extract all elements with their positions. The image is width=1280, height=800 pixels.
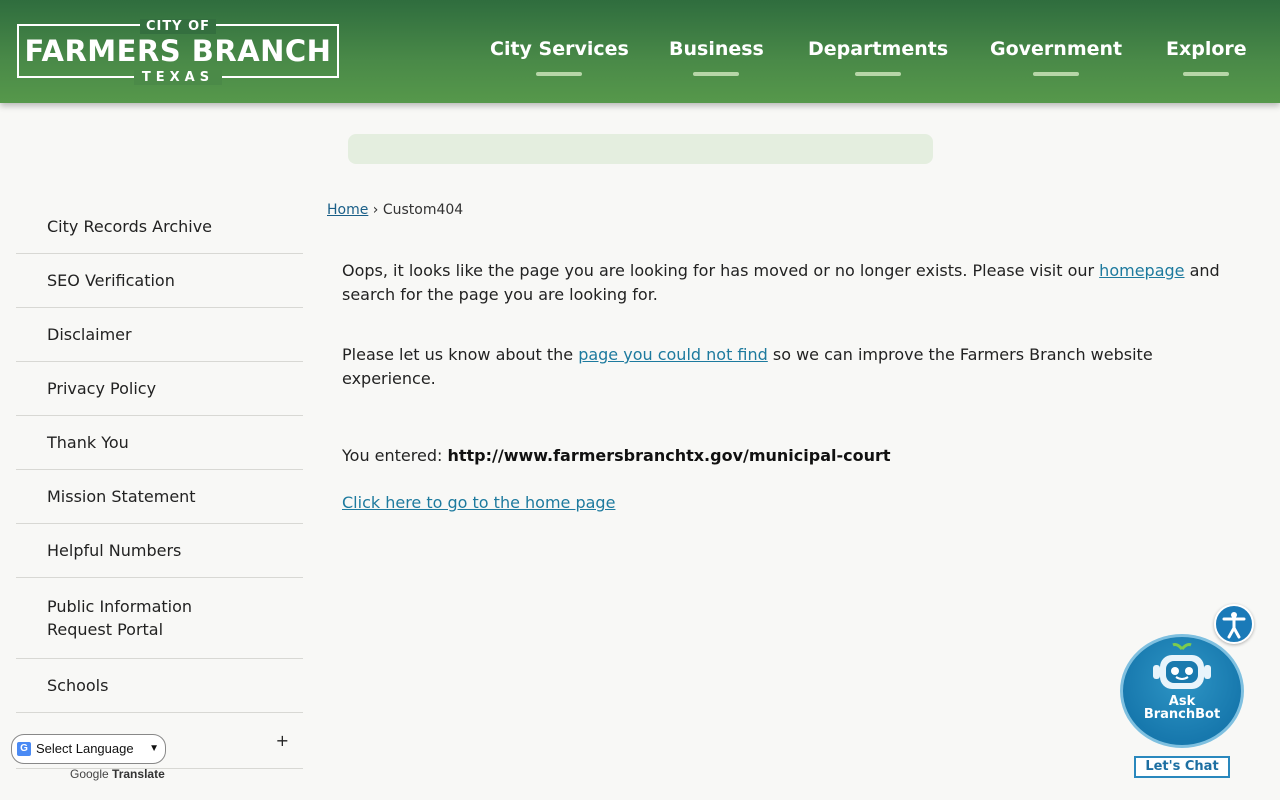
language-select[interactable]: G Select Language ▼ [11, 734, 166, 764]
homepage-link[interactable]: homepage [1099, 261, 1184, 280]
lets-chat-button[interactable]: Let's Chat [1134, 756, 1230, 778]
expand-plus-icon[interactable]: + [276, 731, 289, 750]
nav-city-services[interactable]: City Services [490, 38, 629, 76]
site-header: CITY OF FARMERS BRANCH TEXAS City Servic… [0, 0, 1280, 103]
error-message: Oops, it looks like the page you are loo… [342, 261, 1220, 304]
sidebar-item-schools[interactable]: Schools [16, 659, 303, 713]
sidebar-item-city-records-archive[interactable]: City Records Archive [16, 200, 303, 254]
entered-url: http://www.farmersbranchtx.gov/municipal… [447, 446, 891, 465]
sidebar-item-mission-statement[interactable]: Mission Statement [16, 470, 303, 524]
logo-name: FARMERS BRANCH [24, 34, 332, 68]
sidebar-item-helpful-numbers[interactable]: Helpful Numbers [16, 524, 303, 578]
search-bar[interactable] [348, 134, 933, 164]
sidebar-item-public-information-request-portal[interactable]: Public Information Request Portal [16, 578, 303, 659]
google-translate-icon: G [17, 742, 31, 756]
nav-government[interactable]: Government [990, 38, 1122, 76]
logo-state: TEXAS [133, 70, 223, 85]
feedback-message: Please let us know about the page you co… [342, 345, 1153, 388]
chevron-down-icon: ▼ [149, 743, 159, 754]
breadcrumb-separator: › [372, 202, 379, 218]
go-home-link[interactable]: Click here to go to the home page [342, 493, 615, 512]
breadcrumb-home-link[interactable]: Home [327, 202, 368, 218]
report-missing-page-link[interactable]: page you could not find [578, 345, 768, 364]
chatbot-widget[interactable]: Ask BranchBot Let's Chat [1120, 634, 1244, 780]
powered-by-google-translate: Google Translate [70, 767, 165, 781]
nav-business[interactable]: Business [669, 38, 764, 76]
error-content: Oops, it looks like the page you are loo… [342, 259, 1247, 515]
sidebar-item-thank-you[interactable]: Thank You [16, 416, 303, 470]
chatbot-line-name: BranchBot [1143, 707, 1221, 722]
nav-explore[interactable]: Explore [1166, 38, 1247, 76]
sidebar-item-privacy-policy[interactable]: Privacy Policy [16, 362, 303, 416]
sidebar-item-disclaimer[interactable]: Disclaimer [16, 308, 303, 362]
chatbot-robot-icon: Ask BranchBot [1120, 634, 1244, 748]
site-logo[interactable]: CITY OF FARMERS BRANCH TEXAS [17, 19, 339, 85]
logo-city-of: CITY OF [139, 19, 217, 34]
breadcrumb-current: Custom404 [382, 202, 464, 218]
entered-url-line: You entered: http://www.farmersbranchtx.… [342, 446, 891, 465]
sidebar-nav: City Records Archive SEO Verification Di… [16, 200, 303, 769]
breadcrumb: Home › Custom404 [327, 202, 463, 218]
sidebar-item-seo-verification[interactable]: SEO Verification [16, 254, 303, 308]
nav-departments[interactable]: Departments [808, 38, 948, 76]
